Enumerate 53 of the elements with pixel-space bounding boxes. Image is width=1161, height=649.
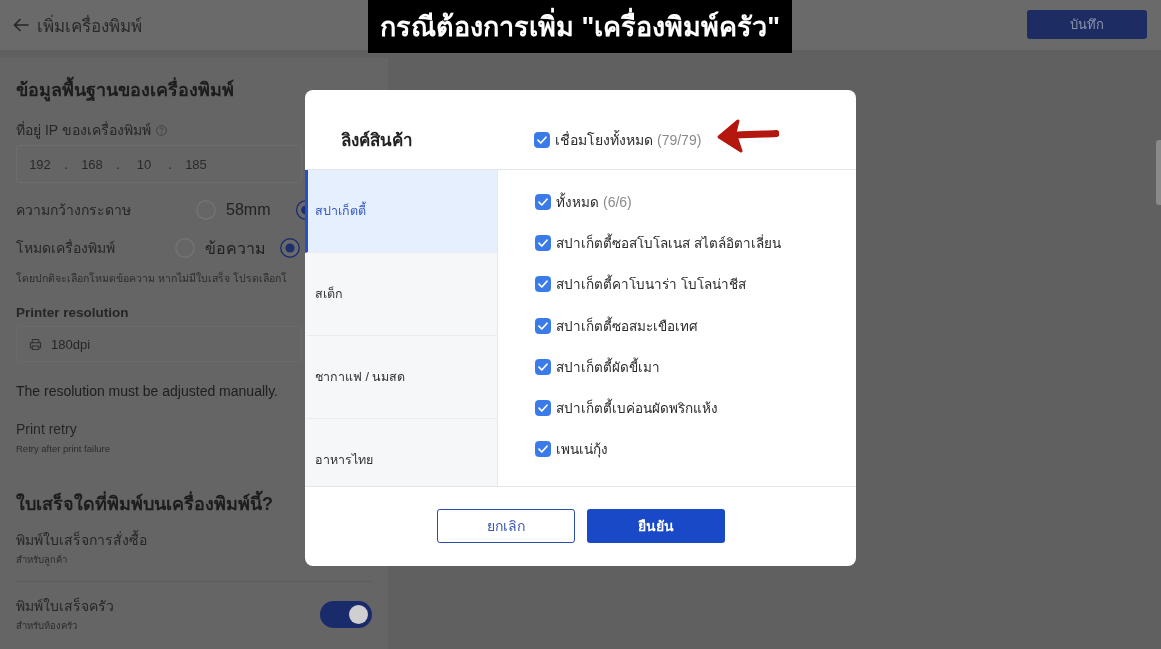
checkbox[interactable] bbox=[535, 400, 551, 417]
checkbox[interactable] bbox=[534, 131, 550, 148]
checkbox-label: สปาเก็ตตี้ซอสมะเขือเทศ bbox=[556, 315, 698, 336]
ip-dot: . bbox=[115, 156, 121, 172]
category-tab[interactable]: สปาเก็ตตี้ bbox=[305, 170, 497, 253]
item-count: (79/79) bbox=[657, 131, 702, 148]
field-label: Print retry bbox=[16, 421, 77, 437]
help-icon bbox=[155, 124, 167, 136]
checkbox-label: ทั้งหมด bbox=[556, 191, 599, 212]
field-label: พิมพ์ใบเสร็จการสั่งซื้อ bbox=[16, 532, 147, 548]
printer-icon bbox=[29, 337, 42, 351]
field-label: ความกว้างกระดาษ bbox=[16, 202, 131, 218]
ip-number: 10 bbox=[135, 156, 153, 172]
field-label: Printer resolution bbox=[16, 305, 129, 321]
checkbox[interactable] bbox=[535, 441, 551, 458]
ip-number: 192 bbox=[29, 156, 51, 172]
save-button[interactable]: บันทึก bbox=[1027, 9, 1147, 39]
item-count: (6/6) bbox=[603, 193, 632, 210]
radio-label: ข้อความ bbox=[205, 238, 266, 259]
section-heading: ใบเสร็จใดที่พิมพ์บนเครื่องพิมพ์นี้? bbox=[16, 491, 273, 517]
checkbox[interactable] bbox=[535, 317, 551, 334]
caption-banner: กรณีต้องการเพิ่ม "เครื่องพิมพ์ครัว" bbox=[368, 0, 792, 53]
toggle-switch[interactable] bbox=[320, 601, 372, 628]
checkbox-label: สปาเก็ตตี้คาโบนาร่า โบโลน่าชีส bbox=[556, 273, 746, 296]
checkbox[interactable] bbox=[535, 358, 551, 375]
ip-dot: . bbox=[63, 156, 69, 172]
select-value: 180dpi bbox=[51, 336, 91, 352]
dialog-title: ลิงค์สินค้า bbox=[341, 131, 413, 150]
checkbox-label: เชื่อมโยงทั้งหมด bbox=[555, 129, 653, 150]
checkbox-label: สปาเก็ตตี้ซอสโบโลเนส สไตล์อิตาเลี่ยน bbox=[556, 232, 781, 253]
page-title: เพิ่มเครื่องพิมพ์ bbox=[37, 13, 142, 38]
checkbox-label: สปาเก็ตตี้เบค่อนผัดพริกแห้ง bbox=[556, 397, 718, 420]
checkbox-label: สปาเก็ตตี้ผัดขี้เมา bbox=[556, 356, 660, 377]
field-label: โหมดเครื่องพิมพ์ bbox=[16, 240, 115, 256]
ip-dot: . bbox=[167, 156, 173, 172]
field-label: ที่อยู่ IP ของเครื่องพิมพ์ bbox=[16, 122, 151, 138]
radio-label: 58mm bbox=[226, 201, 271, 219]
hint-text: โดยปกติจะเลือกโหมดข้อความ หากไม่มีใบเสร็จ โปรดเลือกโ bbox=[16, 271, 287, 285]
checkbox[interactable] bbox=[535, 193, 551, 210]
section-heading: ข้อมูลพื้นฐานของเครื่องพิมพ์ bbox=[16, 78, 234, 102]
field-description: สำหรับลูกค้า bbox=[16, 554, 67, 565]
scrollbar[interactable] bbox=[1156, 140, 1161, 205]
checkbox[interactable] bbox=[535, 276, 551, 293]
field-label: พิมพ์ใบเสร็จครัว bbox=[16, 598, 114, 614]
ip-number: 185 bbox=[185, 156, 207, 172]
checkbox-label: เพนเน่กุ้ง bbox=[556, 441, 608, 460]
cancel-button[interactable]: ยกเลิก bbox=[436, 508, 575, 543]
confirm-button[interactable]: ยืนยัน bbox=[586, 508, 725, 543]
back-arrow-icon[interactable] bbox=[13, 18, 29, 32]
checkbox[interactable] bbox=[535, 234, 551, 251]
ip-number: 168 bbox=[81, 156, 103, 172]
note-text: The resolution must be adjusted manually. bbox=[16, 382, 278, 400]
radio-button[interactable] bbox=[280, 238, 300, 258]
